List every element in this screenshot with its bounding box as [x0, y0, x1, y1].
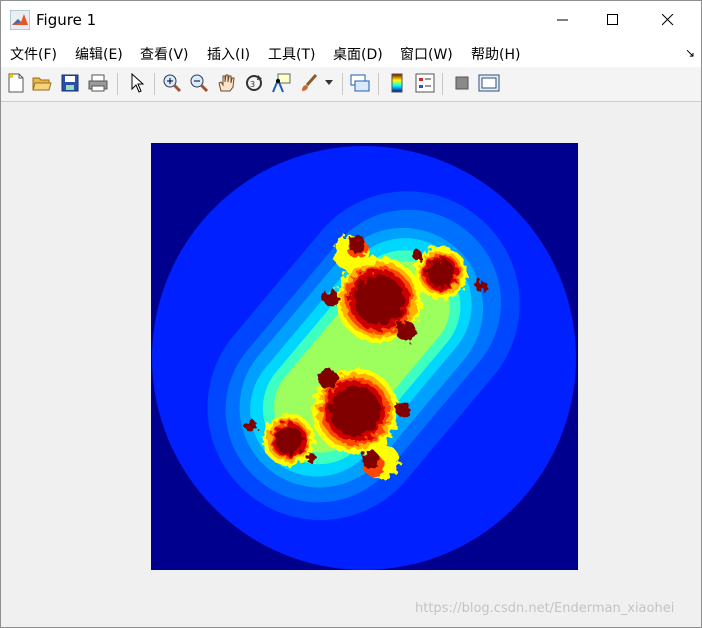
menu-file[interactable]: 文件(F): [10, 44, 57, 64]
toolbar-separator: [378, 73, 379, 95]
svg-text:3: 3: [250, 80, 255, 89]
new-figure-icon[interactable]: [5, 72, 27, 94]
menu-tools[interactable]: 工具(T): [268, 44, 315, 64]
hide-plot-tools-icon[interactable]: [451, 72, 473, 94]
brush-icon[interactable]: [298, 72, 320, 94]
legend-icon[interactable]: [414, 72, 436, 94]
figure-window: Figure 1 文件(F) 编辑(E) 查看(V) 插入(I) 工具(T) 桌…: [0, 0, 702, 628]
rotate-3d-icon[interactable]: 3: [243, 72, 265, 94]
print-icon[interactable]: [87, 72, 109, 94]
zoom-out-icon[interactable]: [188, 72, 210, 94]
figure-toolbar: 3: [1, 67, 701, 102]
menu-view[interactable]: 查看(V): [140, 44, 189, 64]
toolbar-separator: [442, 73, 443, 95]
toolbar-separator: [154, 73, 155, 95]
close-icon: [662, 14, 674, 26]
close-button[interactable]: [645, 1, 691, 39]
julia-set-image: [151, 143, 578, 570]
menu-insert[interactable]: 插入(I): [207, 44, 250, 64]
menu-edit[interactable]: 编辑(E): [75, 44, 123, 64]
maximize-button[interactable]: [590, 1, 636, 39]
zoom-in-icon[interactable]: [161, 72, 183, 94]
minimize-icon: [557, 19, 568, 21]
toolbar-separator: [342, 73, 343, 95]
menu-help[interactable]: 帮助(H): [471, 44, 520, 64]
link-plot-icon[interactable]: [349, 72, 371, 94]
matlab-icon: [10, 10, 30, 30]
data-cursor-icon[interactable]: [270, 72, 292, 94]
brush-dropdown-icon[interactable]: [323, 72, 335, 94]
pan-icon[interactable]: [215, 72, 237, 94]
window-title: Figure 1: [36, 11, 97, 29]
pointer-icon[interactable]: [126, 72, 148, 94]
menu-window[interactable]: 窗口(W): [400, 44, 453, 64]
open-file-icon[interactable]: [31, 72, 53, 94]
plot-axes[interactable]: [151, 143, 578, 570]
dock-arrow-icon[interactable]: ↘: [685, 46, 695, 60]
colorbar-icon[interactable]: [386, 72, 408, 94]
title-bar[interactable]: Figure 1: [1, 1, 701, 39]
minimize-button[interactable]: [540, 1, 586, 39]
watermark-text: https://blog.csdn.net/Enderman_xiaohei: [415, 601, 675, 616]
maximize-icon: [607, 14, 618, 25]
menu-desktop[interactable]: 桌面(D): [333, 44, 383, 64]
save-icon[interactable]: [59, 72, 81, 94]
menu-bar: 文件(F) 编辑(E) 查看(V) 插入(I) 工具(T) 桌面(D) 窗口(W…: [1, 39, 701, 67]
toolbar-separator: [117, 73, 118, 95]
show-plot-tools-icon[interactable]: [478, 72, 500, 94]
